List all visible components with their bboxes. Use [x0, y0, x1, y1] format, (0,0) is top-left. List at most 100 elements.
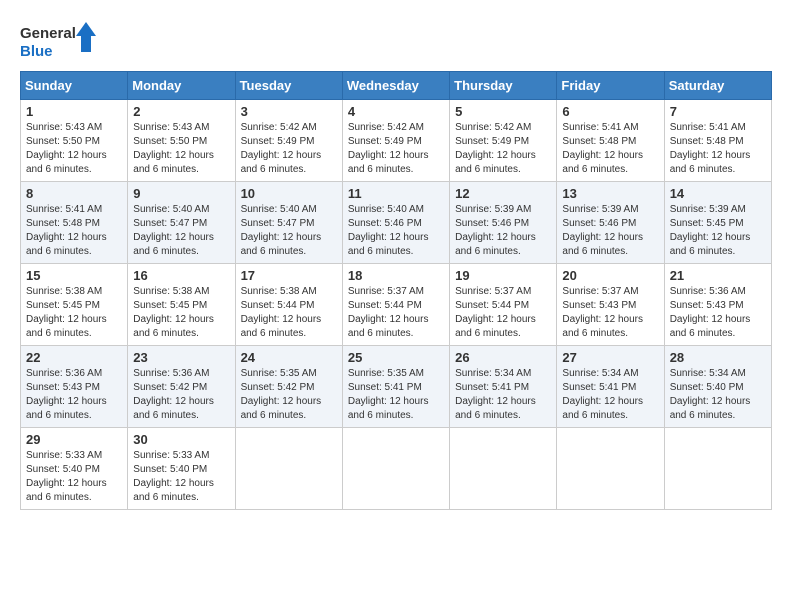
calendar-cell: 2 Sunrise: 5:43 AMSunset: 5:50 PMDaylight… [128, 100, 235, 182]
calendar-cell: 6Sunrise: 5:41 AMSunset: 5:48 PMDaylight… [557, 100, 664, 182]
day-info: Sunrise: 5:35 AMSunset: 5:41 PMDaylight:… [348, 367, 444, 423]
calendar-cell: 9Sunrise: 5:40 AMSunset: 5:47 PMDaylight… [128, 182, 235, 264]
calendar-cell: 20 Sunrise: 5:37 AMSunset: 5:43 PMDayligh… [557, 264, 664, 346]
calendar-cell: 4Sunrise: 5:42 AMSunset: 5:49 PMDaylight… [342, 100, 449, 182]
calendar-week-4: 22 Sunrise: 5:36 AMSunset: 5:43 PMDayligh… [21, 346, 772, 428]
calendar-cell: 27 Sunrise: 5:34 AMSunset: 5:41 PMDayligh… [557, 346, 664, 428]
day-number: 22 [26, 350, 122, 365]
calendar-cell: 26Sunrise: 5:34 AMSunset: 5:41 PMDayligh… [450, 346, 557, 428]
day-info: Sunrise: 5:36 AMSunset: 5:42 PMDaylight:… [133, 367, 229, 423]
calendar-cell [664, 428, 771, 510]
day-number: 20 [562, 268, 658, 283]
day-info: Sunrise: 5:34 AMSunset: 5:40 PMDaylight:… [670, 367, 766, 423]
svg-text:Blue: Blue [20, 43, 53, 60]
calendar-cell: 10 Sunrise: 5:40 AMSunset: 5:47 PMDayligh… [235, 182, 342, 264]
calendar-cell: 18Sunrise: 5:37 AMSunset: 5:44 PMDayligh… [342, 264, 449, 346]
calendar-cell: 5Sunrise: 5:42 AMSunset: 5:49 PMDaylight… [450, 100, 557, 182]
calendar-cell: 14Sunrise: 5:39 AMSunset: 5:45 PMDayligh… [664, 182, 771, 264]
day-number: 12 [455, 186, 551, 201]
weekday-header-sunday: Sunday [21, 72, 128, 100]
calendar-week-1: 1 Sunrise: 5:43 AMSunset: 5:50 PMDaylight… [21, 100, 772, 182]
calendar-cell: 25 Sunrise: 5:35 AMSunset: 5:41 PMDayligh… [342, 346, 449, 428]
day-number: 18 [348, 268, 444, 283]
calendar-week-2: 8 Sunrise: 5:41 AMSunset: 5:48 PMDaylight… [21, 182, 772, 264]
calendar-week-5: 29 Sunrise: 5:33 AMSunset: 5:40 PMDayligh… [21, 428, 772, 510]
day-info: Sunrise: 5:37 AMSunset: 5:43 PMDaylight:… [562, 285, 658, 341]
weekday-header-row: SundayMondayTuesdayWednesdayThursdayFrid… [21, 72, 772, 100]
weekday-header-thursday: Thursday [450, 72, 557, 100]
day-info: Sunrise: 5:43 AMSunset: 5:50 PMDaylight:… [133, 121, 229, 177]
calendar-cell: 1 Sunrise: 5:43 AMSunset: 5:50 PMDaylight… [21, 100, 128, 182]
day-number: 10 [241, 186, 337, 201]
day-number: 3 [241, 104, 337, 119]
logo-icon: General Blue [20, 20, 100, 65]
calendar-cell [235, 428, 342, 510]
calendar-cell: 22 Sunrise: 5:36 AMSunset: 5:43 PMDayligh… [21, 346, 128, 428]
weekday-header-friday: Friday [557, 72, 664, 100]
day-info: Sunrise: 5:37 AMSunset: 5:44 PMDaylight:… [455, 285, 551, 341]
day-number: 5 [455, 104, 551, 119]
weekday-header-monday: Monday [128, 72, 235, 100]
day-number: 23 [133, 350, 229, 365]
day-info: Sunrise: 5:33 AMSunset: 5:40 PMDaylight:… [133, 449, 229, 505]
day-info: Sunrise: 5:34 AMSunset: 5:41 PMDaylight:… [455, 367, 551, 423]
day-number: 11 [348, 186, 444, 201]
calendar-cell: 13Sunrise: 5:39 AMSunset: 5:46 PMDayligh… [557, 182, 664, 264]
day-info: Sunrise: 5:38 AMSunset: 5:45 PMDaylight:… [133, 285, 229, 341]
day-info: Sunrise: 5:38 AMSunset: 5:44 PMDaylight:… [241, 285, 337, 341]
day-info: Sunrise: 5:43 AMSunset: 5:50 PMDaylight:… [26, 121, 122, 177]
day-number: 24 [241, 350, 337, 365]
day-number: 7 [670, 104, 766, 119]
calendar-cell: 30 Sunrise: 5:33 AMSunset: 5:40 PMDayligh… [128, 428, 235, 510]
weekday-header-wednesday: Wednesday [342, 72, 449, 100]
day-number: 30 [133, 432, 229, 447]
calendar-cell: 23 Sunrise: 5:36 AMSunset: 5:42 PMDayligh… [128, 346, 235, 428]
calendar-cell: 19Sunrise: 5:37 AMSunset: 5:44 PMDayligh… [450, 264, 557, 346]
calendar-cell: 12 Sunrise: 5:39 AMSunset: 5:46 PMDayligh… [450, 182, 557, 264]
calendar-cell: 21 Sunrise: 5:36 AMSunset: 5:43 PMDayligh… [664, 264, 771, 346]
day-info: Sunrise: 5:35 AMSunset: 5:42 PMDaylight:… [241, 367, 337, 423]
day-number: 2 [133, 104, 229, 119]
day-info: Sunrise: 5:39 AMSunset: 5:46 PMDaylight:… [562, 203, 658, 259]
day-number: 28 [670, 350, 766, 365]
day-info: Sunrise: 5:40 AMSunset: 5:47 PMDaylight:… [241, 203, 337, 259]
calendar-cell [557, 428, 664, 510]
calendar-week-3: 15 Sunrise: 5:38 AMSunset: 5:45 PMDayligh… [21, 264, 772, 346]
page-header: General Blue [20, 20, 772, 65]
calendar-cell: 11 Sunrise: 5:40 AMSunset: 5:46 PMDayligh… [342, 182, 449, 264]
day-info: Sunrise: 5:38 AMSunset: 5:45 PMDaylight:… [26, 285, 122, 341]
calendar-cell: 16 Sunrise: 5:38 AMSunset: 5:45 PMDayligh… [128, 264, 235, 346]
day-info: Sunrise: 5:34 AMSunset: 5:41 PMDaylight:… [562, 367, 658, 423]
day-number: 25 [348, 350, 444, 365]
day-info: Sunrise: 5:42 AMSunset: 5:49 PMDaylight:… [241, 121, 337, 177]
day-info: Sunrise: 5:33 AMSunset: 5:40 PMDaylight:… [26, 449, 122, 505]
day-info: Sunrise: 5:42 AMSunset: 5:49 PMDaylight:… [348, 121, 444, 177]
calendar-cell: 3 Sunrise: 5:42 AMSunset: 5:49 PMDaylight… [235, 100, 342, 182]
day-number: 6 [562, 104, 658, 119]
calendar-cell [450, 428, 557, 510]
day-number: 21 [670, 268, 766, 283]
calendar-cell [342, 428, 449, 510]
day-info: Sunrise: 5:41 AMSunset: 5:48 PMDaylight:… [26, 203, 122, 259]
day-info: Sunrise: 5:41 AMSunset: 5:48 PMDaylight:… [670, 121, 766, 177]
day-number: 15 [26, 268, 122, 283]
weekday-header-tuesday: Tuesday [235, 72, 342, 100]
day-info: Sunrise: 5:39 AMSunset: 5:46 PMDaylight:… [455, 203, 551, 259]
calendar-table: SundayMondayTuesdayWednesdayThursdayFrid… [20, 71, 772, 510]
day-info: Sunrise: 5:40 AMSunset: 5:47 PMDaylight:… [133, 203, 229, 259]
svg-text:General: General [20, 25, 76, 42]
calendar-cell: 7 Sunrise: 5:41 AMSunset: 5:48 PMDaylight… [664, 100, 771, 182]
day-number: 1 [26, 104, 122, 119]
calendar-cell: 17 Sunrise: 5:38 AMSunset: 5:44 PMDayligh… [235, 264, 342, 346]
day-number: 16 [133, 268, 229, 283]
day-info: Sunrise: 5:36 AMSunset: 5:43 PMDaylight:… [670, 285, 766, 341]
calendar-cell: 15 Sunrise: 5:38 AMSunset: 5:45 PMDayligh… [21, 264, 128, 346]
day-number: 29 [26, 432, 122, 447]
logo: General Blue [20, 20, 100, 65]
day-info: Sunrise: 5:40 AMSunset: 5:46 PMDaylight:… [348, 203, 444, 259]
day-info: Sunrise: 5:36 AMSunset: 5:43 PMDaylight:… [26, 367, 122, 423]
day-number: 8 [26, 186, 122, 201]
calendar-cell: 28 Sunrise: 5:34 AMSunset: 5:40 PMDayligh… [664, 346, 771, 428]
day-number: 17 [241, 268, 337, 283]
day-number: 27 [562, 350, 658, 365]
